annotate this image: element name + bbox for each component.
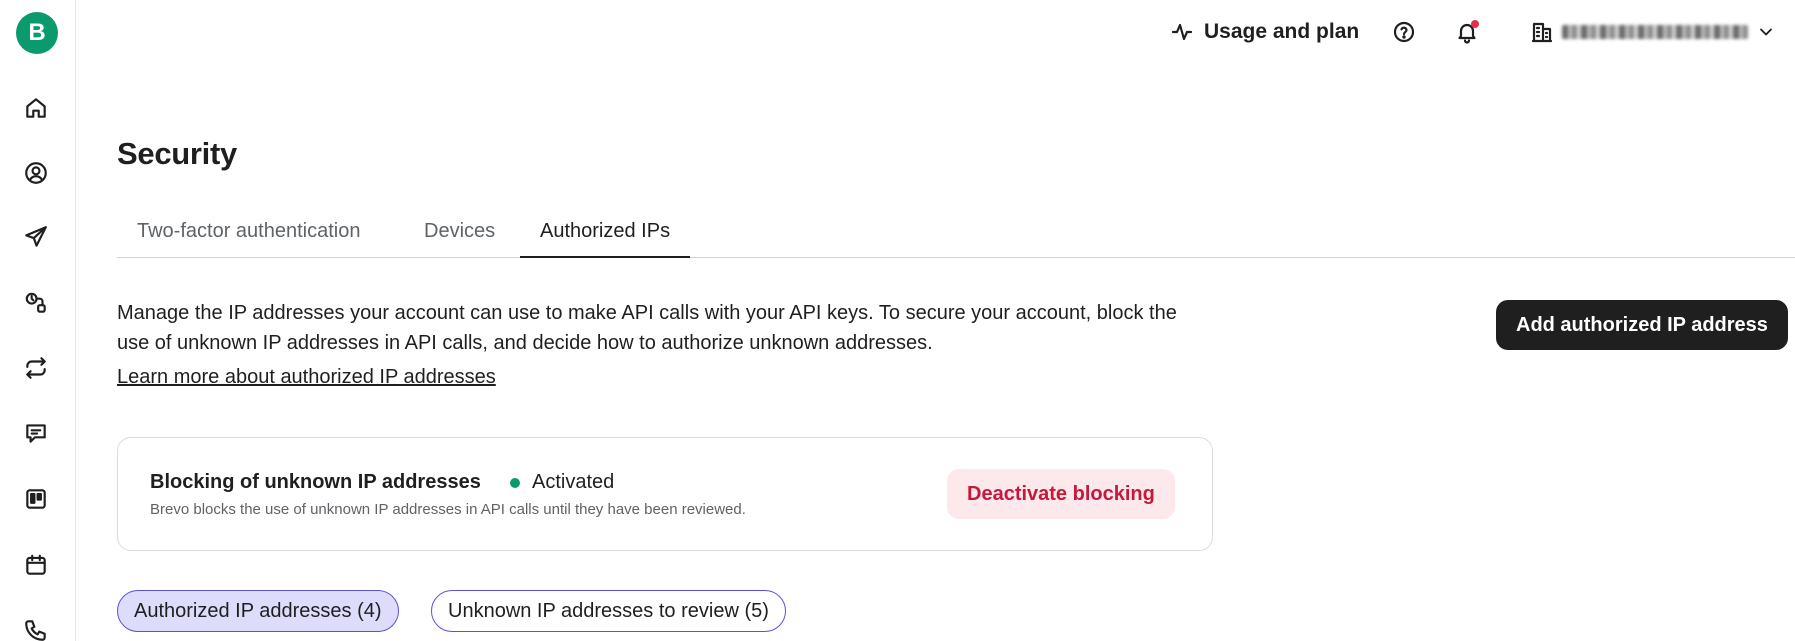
filter-authorized-ips[interactable]: Authorized IP addresses (4) (117, 590, 399, 632)
filter-unknown-ips[interactable]: Unknown IP addresses to review (5) (431, 590, 786, 632)
status-dot (510, 477, 520, 488)
tab-two-factor-authentication[interactable]: Two-factor authentication (117, 214, 380, 258)
blocking-card: Blocking of unknown IP addresses Activat… (117, 437, 1213, 551)
status-badge: Activated (510, 471, 614, 494)
usage-and-plan-button[interactable]: Usage and plan (1170, 16, 1359, 48)
campaigns-send-icon[interactable] (21, 222, 51, 252)
chevron-down-icon (1760, 28, 1772, 36)
tab-devices[interactable]: Devices (404, 214, 515, 258)
add-authorized-ip-button[interactable]: Add authorized IP address (1496, 300, 1788, 350)
security-tabs: Two-factor authentication Devices Author… (117, 214, 1795, 258)
organization-switcher[interactable] (1530, 16, 1776, 48)
blocking-card-subtitle: Brevo blocks the use of unknown IP addre… (150, 501, 746, 518)
learn-more-link[interactable]: Learn more about authorized IP addresses (117, 366, 496, 389)
notifications-button[interactable] (1455, 16, 1479, 48)
page-description: Manage the IP addresses your account can… (117, 302, 1177, 354)
meetings-calendar-icon[interactable] (21, 550, 51, 580)
usage-and-plan-label: Usage and plan (1204, 20, 1360, 43)
phone-icon[interactable] (21, 615, 51, 641)
home-icon[interactable] (21, 93, 51, 123)
deactivate-blocking-button[interactable]: Deactivate blocking (947, 469, 1175, 519)
tab-authorized-ips[interactable]: Authorized IPs (520, 214, 691, 258)
building-icon (1531, 22, 1553, 43)
sidebar: B (0, 0, 76, 641)
page-title: Security (117, 136, 237, 171)
blocking-card-title: Blocking of unknown IP addresses (150, 471, 481, 493)
help-button[interactable] (1392, 16, 1416, 48)
conversations-icon[interactable] (21, 418, 51, 448)
help-icon (1393, 21, 1415, 43)
logo-letter: B (28, 19, 46, 46)
contacts-icon[interactable] (21, 158, 51, 188)
activity-icon (1171, 23, 1193, 41)
brevo-logo[interactable]: B (16, 12, 58, 54)
organization-name-redacted (1562, 25, 1748, 39)
status-label: Activated (532, 471, 615, 493)
automations-icon[interactable] (21, 288, 51, 318)
notification-dot (1471, 20, 1479, 28)
transactional-icon[interactable] (21, 353, 51, 383)
deals-board-icon[interactable] (21, 484, 51, 514)
